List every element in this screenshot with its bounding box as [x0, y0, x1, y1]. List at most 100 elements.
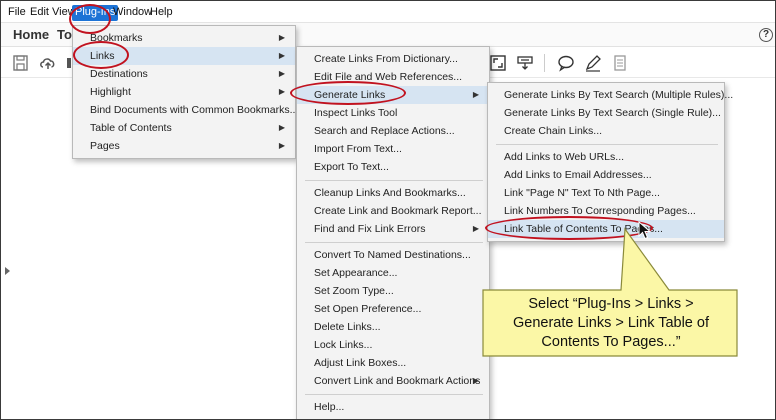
submenu-arrow-icon: ▶ — [278, 51, 285, 60]
menu-separator — [305, 394, 483, 395]
menu-item-label: Generate Links By Text Search (Single Ru… — [504, 107, 721, 119]
submenu-arrow-icon: ▶ — [472, 224, 479, 233]
stamp-icon[interactable] — [610, 53, 630, 73]
menu-item-label: Destinations — [90, 68, 148, 80]
menu-item-label: Convert To Named Destinations... — [314, 249, 471, 261]
menu-item-label: Delete Links... — [314, 321, 381, 333]
menu-item-label: Convert Link and Bookmark Actions — [314, 375, 481, 387]
menu-item-label: Links — [90, 50, 115, 62]
menu-item-text-search-multiple[interactable]: Generate Links By Text Search (Multiple … — [488, 86, 733, 104]
menu-item-link-page-n-text[interactable]: Link "Page N" Text To Nth Page... — [488, 184, 724, 202]
menu-item-link-numbers-to-pages[interactable]: Link Numbers To Corresponding Pages... — [488, 202, 724, 220]
links-submenu: Create Links From Dictionary... Edit Fil… — [296, 46, 490, 419]
menu-item-bind-documents[interactable]: Bind Documents with Common Bookmarks... — [73, 101, 299, 119]
menu-item-label: Edit File and Web References... — [314, 71, 463, 83]
submenu-arrow-icon: ▶ — [278, 141, 285, 150]
menu-item-lock-links[interactable]: Lock Links... — [297, 336, 489, 354]
menu-item-set-zoom-type[interactable]: Set Zoom Type... — [297, 282, 489, 300]
expand-panel-icon[interactable] — [5, 267, 10, 275]
app-window: File Edit View Plug-Ins Window Help Home… — [0, 0, 776, 420]
menu-separator — [305, 242, 483, 243]
menu-item-label: Cleanup Links And Bookmarks... — [314, 187, 466, 199]
callout-line: Select “Plug-Ins > Links > — [528, 296, 694, 312]
menu-bar: File Edit View Plug-Ins Window Help — [1, 1, 775, 23]
menu-item-label: Link "Page N" Text To Nth Page... — [504, 187, 660, 199]
menu-item-add-links-web-urls[interactable]: Add Links to Web URLs... — [488, 148, 724, 166]
callout-line: Contents To Pages...” — [541, 334, 681, 350]
menu-item-links[interactable]: Links ▶ — [73, 47, 295, 65]
save-icon[interactable] — [11, 53, 31, 73]
menu-item-label: Export To Text... — [314, 161, 389, 173]
menu-separator — [305, 180, 483, 181]
submenu-arrow-icon: ▶ — [278, 87, 285, 96]
menu-item-create-links-from-dictionary[interactable]: Create Links From Dictionary... — [297, 50, 489, 68]
menu-item-search-replace-actions[interactable]: Search and Replace Actions... — [297, 122, 489, 140]
menu-item-find-fix-link-errors[interactable]: Find and Fix Link Errors ▶ — [297, 220, 489, 238]
mouse-cursor-icon — [638, 221, 652, 240]
plug-ins-menu: Bookmarks ▶ Links ▶ Destinations ▶ Highligh… — [72, 25, 299, 159]
fit-page-icon[interactable] — [488, 53, 508, 73]
menu-item-delete-links[interactable]: Delete Links... — [297, 318, 489, 336]
menu-item-label: Adjust Link Boxes... — [314, 357, 407, 369]
tab-tools[interactable]: To — [57, 27, 72, 42]
generate-links-submenu: Generate Links By Text Search (Multiple … — [487, 82, 733, 242]
menu-item-cleanup-links[interactable]: Cleanup Links And Bookmarks... — [297, 184, 489, 202]
menu-item-add-links-email[interactable]: Add Links to Email Addresses... — [488, 166, 724, 184]
menu-file[interactable]: File — [8, 5, 26, 21]
menu-item-table-of-contents[interactable]: Table of Contents ▶ — [73, 119, 295, 137]
pen-icon[interactable] — [583, 53, 603, 73]
menu-item-link-bookmark-report[interactable]: Create Link and Bookmark Report... — [297, 202, 489, 220]
menu-item-label: Create Link and Bookmark Report... — [314, 205, 482, 217]
submenu-arrow-icon: ▶ — [472, 376, 479, 385]
menu-item-bookmarks[interactable]: Bookmarks ▶ — [73, 29, 295, 47]
keyboard-icon[interactable] — [515, 53, 535, 73]
menu-edit[interactable]: Edit — [30, 5, 49, 21]
menu-item-set-appearance[interactable]: Set Appearance... — [297, 264, 489, 282]
submenu-arrow-icon: ▶ — [278, 33, 285, 42]
menu-item-import-from-text[interactable]: Import From Text... — [297, 140, 489, 158]
menu-separator — [496, 144, 718, 145]
menu-item-label: Set Zoom Type... — [314, 285, 394, 297]
submenu-arrow-icon: ▶ — [278, 69, 285, 78]
menu-item-pages[interactable]: Pages ▶ — [73, 137, 295, 155]
callout-text: Select “Plug-Ins > Links > Generate Link… — [485, 291, 737, 355]
toolbar-divider — [544, 54, 545, 72]
menu-item-label: Link Numbers To Corresponding Pages... — [504, 205, 696, 217]
cloud-upload-icon[interactable] — [38, 53, 58, 73]
menu-item-set-open-preference[interactable]: Set Open Preference... — [297, 300, 489, 318]
menu-plug-ins[interactable]: Plug-Ins — [72, 5, 119, 21]
menu-help[interactable]: Help — [150, 5, 173, 21]
comment-icon[interactable] — [556, 53, 576, 73]
menu-item-adjust-link-boxes[interactable]: Adjust Link Boxes... — [297, 354, 489, 372]
menu-window[interactable]: Window — [113, 5, 152, 21]
help-icon[interactable]: ? — [759, 28, 773, 42]
menu-item-label: Generate Links By Text Search (Multiple … — [504, 89, 734, 101]
menu-item-text-search-single[interactable]: Generate Links By Text Search (Single Ru… — [488, 104, 724, 122]
menu-item-label: Help... — [314, 401, 345, 413]
menu-item-label: Search and Replace Actions... — [314, 125, 455, 137]
menu-item-label: Generate Links — [314, 89, 386, 101]
menu-item-inspect-links-tool[interactable]: Inspect Links Tool — [297, 104, 489, 122]
menu-item-create-chain-links[interactable]: Create Chain Links... — [488, 122, 724, 140]
tab-home[interactable]: Home — [13, 27, 49, 42]
menu-item-convert-link-bookmark-actions[interactable]: Convert Link and Bookmark Actions ▶ — [297, 372, 489, 390]
submenu-arrow-icon: ▶ — [278, 123, 285, 132]
menu-item-label: Bookmarks — [90, 32, 143, 44]
menu-item-label: Add Links to Web URLs... — [504, 151, 625, 163]
menu-item-export-to-text[interactable]: Export To Text... — [297, 158, 489, 176]
menu-item-help[interactable]: Help... — [297, 398, 489, 416]
menu-item-label: Bind Documents with Common Bookmarks... — [90, 104, 299, 116]
menu-item-convert-named-destinations[interactable]: Convert To Named Destinations... — [297, 246, 489, 264]
menu-item-destinations[interactable]: Destinations ▶ — [73, 65, 295, 83]
menu-item-generate-links[interactable]: Generate Links ▶ — [297, 86, 489, 104]
menu-item-label: Inspect Links Tool — [314, 107, 398, 119]
callout-line: Generate Links > Link Table of — [512, 315, 709, 331]
menu-item-label: Find and Fix Link Errors — [314, 223, 426, 235]
submenu-arrow-icon: ▶ — [472, 90, 479, 99]
menu-item-link-toc-to-pages[interactable]: Link Table of Contents To Pages... — [488, 220, 724, 238]
menu-item-edit-file-web-references[interactable]: Edit File and Web References... — [297, 68, 489, 86]
menu-item-label: Highlight — [90, 86, 131, 98]
menu-item-label: Pages — [90, 140, 120, 152]
menu-item-label: Table of Contents — [90, 122, 172, 134]
menu-item-highlight[interactable]: Highlight ▶ — [73, 83, 295, 101]
